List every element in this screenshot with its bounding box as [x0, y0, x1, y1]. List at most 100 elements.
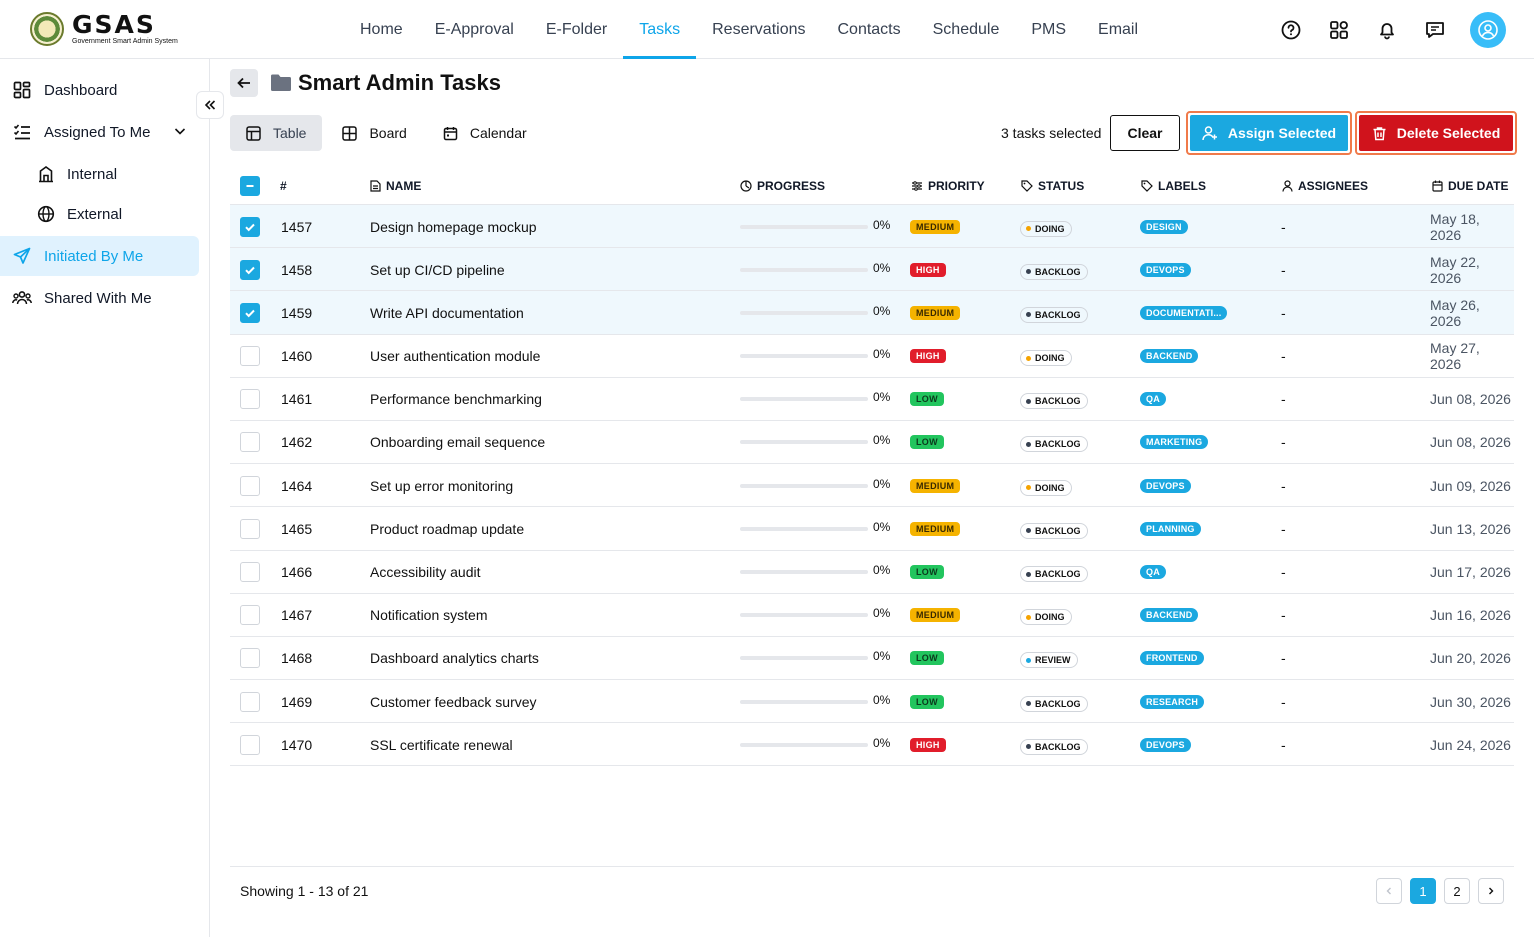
table-row[interactable]: 1466 Accessibility audit 0% LOW BACKLOG QA - Ju… [230, 551, 1514, 594]
header-number[interactable]: # [280, 179, 287, 193]
sidebar-item-initiated-by-me[interactable]: Initiated By Me [0, 236, 199, 276]
assign-selected-button[interactable]: Assign Selected [1186, 111, 1352, 155]
task-name[interactable]: Performance benchmarking [370, 378, 542, 421]
header-due-date[interactable]: DUE DATE [1432, 179, 1508, 193]
arrow-left-icon [237, 77, 250, 89]
row-checkbox[interactable] [240, 259, 260, 280]
row-checkbox[interactable] [240, 562, 260, 582]
row-checkbox[interactable] [240, 518, 260, 539]
chevron-down-icon[interactable] [173, 124, 187, 142]
nav-e-approval[interactable]: E-Approval [419, 0, 530, 59]
header-progress[interactable]: PROGRESS [740, 179, 825, 193]
row-checkbox[interactable] [240, 302, 260, 323]
table-row[interactable]: 1469 Customer feedback survey 0% LOW BACKLOG… [230, 680, 1514, 724]
prev-page-button[interactable] [1376, 878, 1402, 904]
row-checkbox[interactable] [240, 605, 260, 626]
task-name[interactable]: Onboarding email sequence [370, 421, 545, 464]
page-button-2[interactable]: 2 [1444, 878, 1470, 904]
table-row[interactable]: 1465 Product roadmap update 0% MEDIUM BACKLO… [230, 507, 1514, 551]
check-icon [245, 266, 255, 275]
sliders-icon [912, 180, 922, 191]
task-name[interactable]: User authentication module [370, 335, 540, 378]
sidebar-item-internal[interactable]: Internal [0, 154, 199, 194]
sidebar-item-assigned-to-me[interactable]: Assigned To Me [0, 112, 199, 152]
row-checkbox[interactable] [240, 346, 260, 367]
row-checkbox[interactable] [240, 432, 260, 453]
row-checkbox[interactable] [240, 691, 260, 712]
app-logo[interactable]: GSAS Government Smart Admin System [30, 12, 178, 46]
tab-calendar[interactable]: Calendar [427, 115, 543, 151]
sidebar-item-external[interactable]: External [0, 194, 199, 234]
task-name[interactable]: SSL certificate renewal [370, 723, 513, 766]
header-name[interactable]: NAME [370, 179, 421, 193]
nav-home[interactable]: Home [344, 0, 419, 59]
pagination: 1 2 [1376, 878, 1504, 904]
task-number: 1467 [281, 607, 313, 624]
table-row[interactable]: 1468 Dashboard analytics charts 0% LOW REVIE… [230, 637, 1514, 681]
row-checkbox[interactable] [240, 475, 260, 496]
user-avatar[interactable] [1470, 12, 1506, 48]
task-name[interactable]: Notification system [370, 594, 487, 637]
bell-icon[interactable] [1374, 17, 1400, 43]
task-name[interactable]: Dashboard analytics charts [370, 637, 539, 680]
table-row[interactable]: 1464 Set up error monitoring 0% MEDIUM DOING… [230, 464, 1514, 508]
nav-contacts[interactable]: Contacts [821, 0, 916, 59]
clear-button[interactable]: Clear [1110, 115, 1180, 151]
task-name[interactable]: Customer feedback survey [370, 680, 537, 723]
task-name[interactable]: Set up CI/CD pipeline [370, 248, 505, 291]
status-label: BACKLOG [1035, 396, 1081, 407]
sidebar: Dashboard Assigned To Me Internal Extern… [0, 59, 210, 937]
check-icon [245, 309, 255, 318]
select-all-checkbox[interactable] [240, 175, 260, 196]
nav-e-folder[interactable]: E-Folder [530, 0, 623, 59]
header-status[interactable]: STATUS [1021, 179, 1084, 193]
header-assignees[interactable]: ASSIGNEES [1282, 179, 1368, 193]
assignees-value: - [1281, 650, 1286, 667]
header-labels[interactable]: LABELS [1141, 179, 1206, 193]
page-button-1[interactable]: 1 [1410, 878, 1436, 904]
help-icon[interactable] [1278, 17, 1304, 43]
status-badge: BACKLOG [1020, 522, 1088, 539]
task-name[interactable]: Set up error monitoring [370, 464, 513, 507]
nav-schedule[interactable]: Schedule [917, 0, 1016, 59]
header-priority[interactable]: PRIORITY [911, 179, 985, 193]
nav-email[interactable]: Email [1082, 0, 1154, 59]
collapse-sidebar-button[interactable] [196, 91, 224, 119]
row-checkbox[interactable] [240, 389, 260, 410]
table-row[interactable]: 1461 Performance benchmarking 0% LOW BACKLOG… [230, 378, 1514, 421]
nav-tasks[interactable]: Tasks [623, 0, 697, 59]
table-row[interactable]: 1467 Notification system 0% MEDIUM DOING BACK… [230, 594, 1514, 637]
table-row[interactable]: 1457 Design homepage mockup 0% MEDIUM DOING D… [230, 205, 1514, 249]
table-row[interactable]: 1462 Onboarding email sequence 0% LOW BACKLO… [230, 421, 1514, 465]
table-row[interactable]: 1459 Write API documentation 0% MEDIUM BACKL… [230, 291, 1514, 335]
tab-table[interactable]: Table [230, 115, 323, 151]
task-name[interactable]: Write API documentation [370, 291, 524, 334]
back-button[interactable] [230, 69, 258, 97]
next-page-button[interactable] [1478, 878, 1504, 904]
header-labels-label: LABELS [1158, 178, 1206, 193]
message-icon[interactable] [1422, 17, 1448, 43]
progress-bar [740, 354, 868, 359]
sidebar-item-dashboard[interactable]: Dashboard [0, 70, 199, 110]
pagination-summary: Showing 1 - 13 of 21 [240, 883, 369, 899]
row-checkbox[interactable] [240, 648, 260, 669]
row-checkbox[interactable] [240, 734, 260, 755]
table-row[interactable]: 1458 Set up CI/CD pipeline 0% HIGH BACKLOG DE… [230, 248, 1514, 292]
table-row[interactable]: 1460 User authentication module 0% HIGH DOIN… [230, 335, 1514, 378]
table-row[interactable]: 1470 SSL certificate renewal 0% HIGH BACKLOG… [230, 723, 1514, 767]
nav-reservations[interactable]: Reservations [696, 0, 821, 59]
sidebar-item-shared-with-me[interactable]: Shared With Me [0, 278, 199, 318]
tab-board[interactable]: Board [326, 115, 422, 151]
delete-selected-button[interactable]: Delete Selected [1355, 111, 1517, 155]
status-badge: BACKLOG [1020, 306, 1088, 323]
task-name[interactable]: Accessibility audit [370, 551, 481, 594]
priority-badge: LOW [910, 435, 944, 450]
nav-pms[interactable]: PMS [1015, 0, 1082, 59]
task-name[interactable]: Product roadmap update [370, 507, 524, 550]
task-name[interactable]: Design homepage mockup [370, 205, 537, 248]
row-checkbox[interactable] [240, 216, 260, 237]
task-number: 1462 [281, 434, 313, 451]
assignees-value: - [1281, 261, 1286, 278]
chevrons-left-icon [204, 100, 216, 110]
apps-icon[interactable] [1326, 17, 1352, 43]
